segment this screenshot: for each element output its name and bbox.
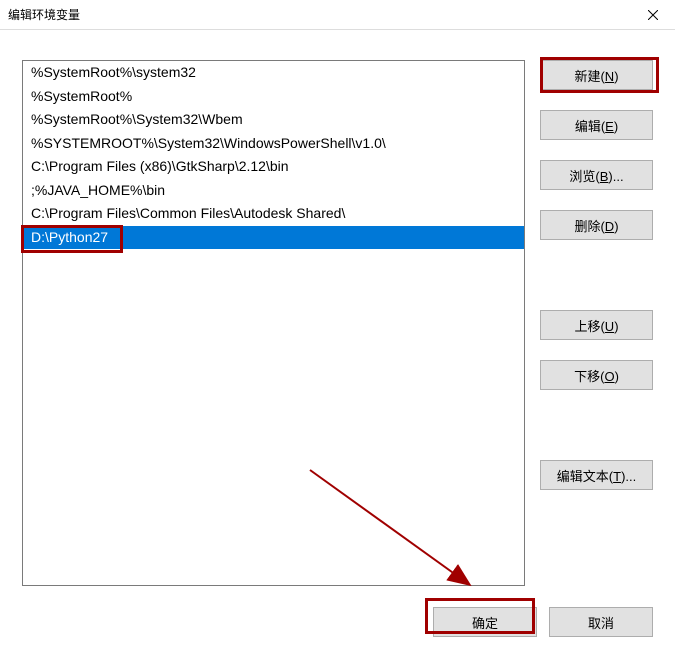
button-label: 新建(N) [574, 66, 618, 85]
delete-button[interactable]: 删除(D) [540, 210, 653, 240]
window-title: 编辑环境变量 [8, 6, 80, 23]
button-label: 编辑(E) [575, 116, 618, 135]
list-item[interactable]: %SystemRoot%\System32\Wbem [23, 108, 524, 132]
list-item[interactable]: %SystemRoot% [23, 85, 524, 109]
cancel-button[interactable]: 取消 [549, 607, 653, 637]
button-label: 下移(O) [574, 366, 619, 385]
button-label: 上移(U) [574, 316, 618, 335]
list-item[interactable]: ;%JAVA_HOME%\bin [23, 179, 524, 203]
movedown-button[interactable]: 下移(O) [540, 360, 653, 390]
list-item[interactable]: %SystemRoot%\system32 [23, 61, 524, 85]
new-button[interactable]: 新建(N) [540, 60, 653, 90]
moveup-button[interactable]: 上移(U) [540, 310, 653, 340]
bottom-buttons: 确定 取消 [433, 607, 653, 637]
close-icon [648, 10, 658, 20]
list-item[interactable]: C:\Program Files\Common Files\Autodesk S… [23, 202, 524, 226]
path-listbox[interactable]: %SystemRoot%\system32 %SystemRoot% %Syst… [22, 60, 525, 586]
browse-button[interactable]: 浏览(B)... [540, 160, 653, 190]
button-label: 删除(D) [574, 216, 618, 235]
button-label: 编辑文本(T)... [557, 466, 636, 485]
list-item[interactable]: C:\Program Files (x86)\GtkSharp\2.12\bin [23, 155, 524, 179]
list-item-selected[interactable]: D:\Python27 [23, 226, 524, 250]
list-item[interactable]: %SYSTEMROOT%\System32\WindowsPowerShell\… [23, 132, 524, 156]
side-buttons: 新建(N) 编辑(E) 浏览(B)... 删除(D) 上移(U) 下移(O) 编… [540, 60, 653, 490]
edit-button[interactable]: 编辑(E) [540, 110, 653, 140]
edittext-button[interactable]: 编辑文本(T)... [540, 460, 653, 490]
close-button[interactable] [630, 0, 675, 30]
titlebar: 编辑环境变量 [0, 0, 675, 30]
ok-button[interactable]: 确定 [433, 607, 537, 637]
dialog-content: %SystemRoot%\system32 %SystemRoot% %Syst… [22, 60, 653, 640]
button-label: 浏览(B)... [569, 166, 623, 185]
